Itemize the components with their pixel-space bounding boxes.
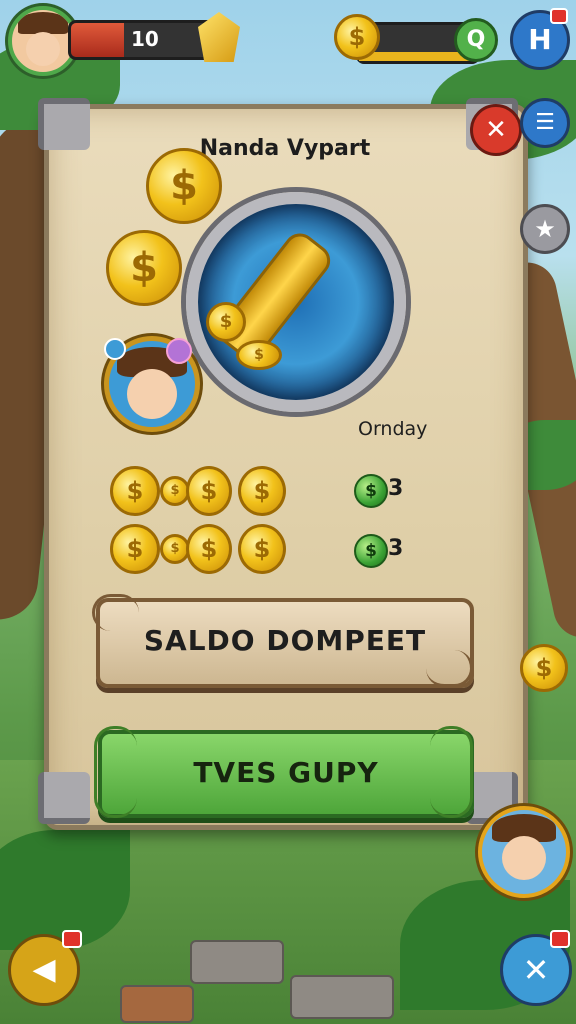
coin-icon: $: [236, 340, 282, 370]
coin-icon: $: [186, 524, 232, 574]
search-button[interactable]: Q: [454, 18, 498, 62]
companion-avatar[interactable]: [478, 806, 570, 898]
saldo-dompeet-button[interactable]: SALDO DOMPEET: [96, 598, 474, 688]
reward-row: $ $ $ $ $ 3: [110, 466, 410, 518]
secondary-button-label: TVES GUPY: [193, 756, 379, 789]
flower-icon: [166, 338, 192, 364]
menu-button[interactable]: ☰: [520, 98, 570, 148]
vine-decoration: [94, 726, 137, 818]
vine-decoration: [426, 650, 473, 687]
coin-icon: $: [238, 524, 286, 574]
reward-count: 3: [388, 536, 404, 561]
close-icon: ✕: [485, 115, 507, 145]
side-coin-button[interactable]: $: [520, 644, 568, 692]
coin-icon: $: [238, 466, 286, 516]
panel-corner-ornament: [38, 772, 90, 824]
star-icon: ★: [534, 215, 556, 243]
panel-corner-ornament: [38, 98, 90, 150]
notification-badge: [550, 930, 570, 948]
coin-icon: $: [334, 14, 380, 60]
large-coin-icon: $: [106, 230, 182, 306]
close-icon: ✕: [522, 951, 550, 989]
path-stone: [290, 975, 394, 1019]
coin-icon: $: [206, 302, 246, 342]
tves-gupy-button[interactable]: TVES GUPY: [98, 730, 474, 818]
level-value: 10: [131, 27, 159, 51]
portrait-face: [127, 369, 177, 419]
avatar-hair: [18, 12, 68, 34]
search-icon: Q: [466, 27, 486, 52]
green-coin-icon: $: [354, 474, 388, 508]
reward-count: 3: [388, 476, 404, 501]
path-stone: [120, 985, 194, 1023]
path-stone: [190, 940, 284, 984]
reward-row: $ $ $ $ $ 3: [110, 524, 410, 576]
notification-badge: [550, 8, 568, 24]
vine-decoration: [92, 594, 139, 631]
health-bar-fill: [71, 23, 124, 57]
avatar-face: [26, 32, 60, 66]
primary-button-label: SALDO DOMPEET: [143, 624, 427, 657]
favorite-button[interactable]: ★: [520, 204, 570, 254]
day-label: Ornday: [358, 418, 428, 440]
vine-decoration: [430, 726, 473, 818]
coin-icon: $: [110, 524, 160, 574]
companion-face: [502, 836, 546, 880]
coin-icon: $: [110, 466, 160, 516]
coin-icon: $: [186, 466, 232, 516]
chat-bubble-icon: [104, 338, 126, 360]
back-arrow-icon: ◀: [32, 952, 56, 987]
close-button[interactable]: ✕: [470, 104, 522, 156]
green-coin-icon: $: [354, 534, 388, 568]
help-icon: H: [528, 23, 552, 56]
menu-icon: ☰: [535, 110, 555, 135]
large-coin-icon: $: [146, 148, 222, 224]
notification-badge: [62, 930, 82, 948]
